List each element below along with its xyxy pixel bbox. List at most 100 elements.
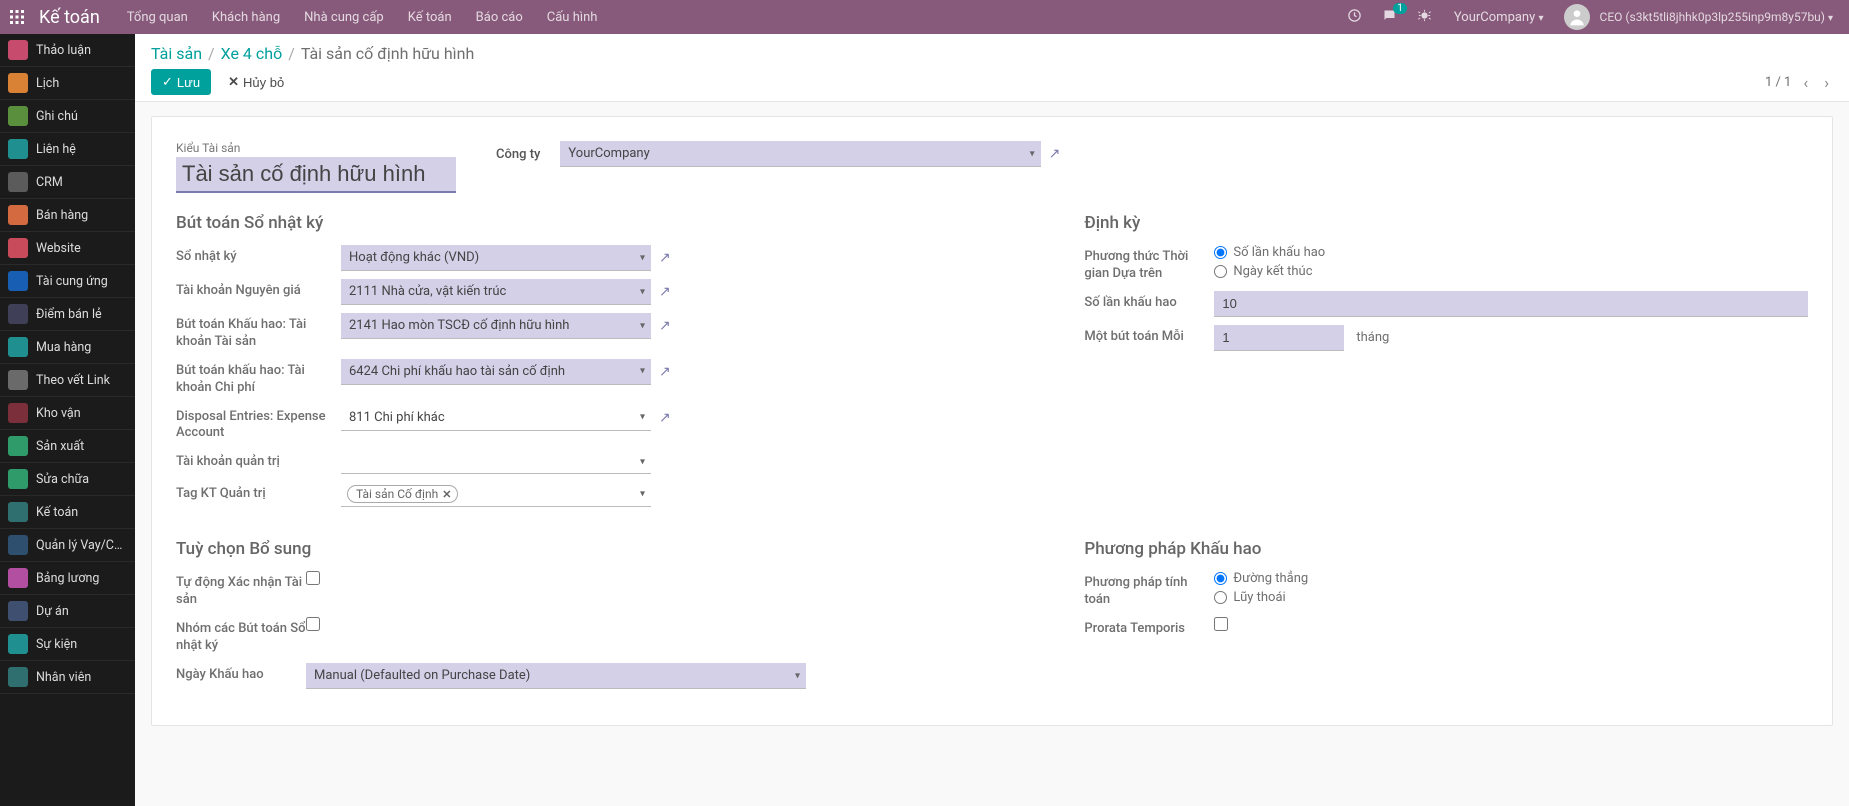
one-input[interactable]: [1214, 325, 1344, 351]
sidebar-item[interactable]: Theo vết Link: [0, 364, 135, 397]
journal-label: Sổ nhật ký: [176, 245, 341, 266]
menu-accounting[interactable]: Kế toán: [396, 2, 464, 33]
expacct-external-link-icon[interactable]: ↗: [659, 364, 671, 380]
menu-reporting[interactable]: Báo cáo: [464, 2, 535, 33]
sidebar-item[interactable]: Ghi chú: [0, 100, 135, 133]
sidebar-item[interactable]: Bảng lương: [0, 562, 135, 595]
pager-prev-icon[interactable]: ‹: [1799, 71, 1812, 94]
pager-next-icon[interactable]: ›: [1820, 71, 1833, 94]
sidebar-item-label: Dự án: [36, 604, 69, 619]
breadcrumb: Tài sản/Xe 4 chỗ/Tài sản cố định hữu hìn…: [151, 44, 1833, 63]
expacct-label: Bút toán khấu hao: Tài khoản Chi phí: [176, 359, 341, 397]
sidebar-item[interactable]: Bán hàng: [0, 199, 135, 232]
sidebar-item-label: Kho vận: [36, 406, 81, 421]
form-sheet: Kiểu Tài sản Công ty YourCompany▾ ↗ Bút …: [151, 116, 1833, 726]
mgmt-select[interactable]: ▾: [341, 450, 651, 474]
depacct-select[interactable]: 2141 Hao mòn TSCĐ cố định hữu hình▾: [341, 313, 651, 339]
one-unit: tháng: [1352, 330, 1389, 345]
company-external-link-icon[interactable]: ↗: [1049, 146, 1061, 162]
breadcrumb-l1[interactable]: Tài sản: [151, 44, 202, 63]
tag-select[interactable]: Tài sản Cố định✕ ▾: [341, 482, 651, 507]
sidebar-item-label: Website: [36, 241, 81, 256]
sidebar-item[interactable]: Sản xuất: [0, 430, 135, 463]
company-switcher[interactable]: YourCompany ▾: [1444, 4, 1554, 31]
sidebar-app-icon: [8, 337, 28, 357]
menu-overview[interactable]: Tổng quan: [115, 2, 200, 33]
apps-icon[interactable]: [0, 0, 34, 34]
save-button[interactable]: ✓ Lưu: [151, 69, 211, 95]
sidebar-item[interactable]: Website: [0, 232, 135, 265]
discard-button[interactable]: ✕ Hủy bỏ: [217, 69, 295, 95]
tag-chip: Tài sản Cố định✕: [347, 485, 458, 503]
origacct-external-link-icon[interactable]: ↗: [659, 284, 671, 300]
journal-select[interactable]: Hoạt động khác (VND)▾: [341, 245, 651, 271]
sidebar-item[interactable]: Dự án: [0, 595, 135, 628]
journal-external-link-icon[interactable]: ↗: [659, 250, 671, 266]
group-entries-checkbox[interactable]: [306, 617, 320, 631]
menu-customers[interactable]: Khách hàng: [200, 2, 292, 33]
sidebar-item[interactable]: Tài cung ứng: [0, 265, 135, 298]
depacct-external-link-icon[interactable]: ↗: [659, 318, 671, 334]
sidebar-item[interactable]: Quản lý Vay/Ch...: [0, 529, 135, 562]
sidebar-app-icon: [8, 436, 28, 456]
sidebar-item[interactable]: Lịch: [0, 67, 135, 100]
journal-group-title: Bút toán Sổ nhật ký: [176, 213, 1044, 233]
method-group-title: Phương pháp Khấu hao: [1084, 539, 1808, 559]
sidebar-item[interactable]: CRM: [0, 166, 135, 199]
one-label: Một bút toán Mỗi: [1084, 325, 1214, 346]
menu-config[interactable]: Cấu hình: [535, 2, 610, 33]
depdate-select[interactable]: Manual (Defaulted on Purchase Date): [306, 663, 806, 689]
sidebar-app-icon: [8, 172, 28, 192]
pager-count: 1 / 1: [1765, 75, 1791, 90]
asset-name-input[interactable]: [176, 157, 456, 193]
dispacct-external-link-icon[interactable]: ↗: [659, 410, 671, 426]
sidebar-item[interactable]: Sửa chữa: [0, 463, 135, 496]
main-area: Tài sản/Xe 4 chỗ/Tài sản cố định hữu hìn…: [135, 34, 1849, 740]
menu-vendors[interactable]: Nhà cung cấp: [292, 2, 396, 33]
sidebar-item[interactable]: Kho vận: [0, 397, 135, 430]
sidebar-item[interactable]: Nhân viên: [0, 661, 135, 694]
app-title[interactable]: Kế toán: [34, 7, 115, 28]
calc-declining-radio[interactable]: Lũy thoái: [1214, 590, 1308, 605]
sidebar-item[interactable]: Kế toán: [0, 496, 135, 529]
sidebar-item[interactable]: Thảo luận: [0, 34, 135, 67]
sidebar-item[interactable]: Sự kiện: [0, 628, 135, 661]
avatar[interactable]: [1564, 4, 1590, 30]
sidebar-app-icon: [8, 535, 28, 555]
tag-label: Tag KT Quản trị: [176, 482, 341, 503]
dispacct-select[interactable]: 811 Chi phí khác▾: [341, 405, 651, 431]
prorata-label: Prorata Temporis: [1084, 617, 1214, 638]
calc-linear-radio[interactable]: Đường thẳng: [1214, 571, 1308, 586]
company-select[interactable]: YourCompany▾: [560, 141, 1040, 167]
auto-checkbox[interactable]: [306, 571, 320, 585]
debug-icon[interactable]: [1409, 2, 1440, 33]
sidebar-item[interactable]: Liên hệ: [0, 133, 135, 166]
timemethod-label: Phương thức Thời gian Dựa trên: [1084, 245, 1214, 283]
sidebar-app-icon: [8, 271, 28, 291]
sidebar-item-label: Bán hàng: [36, 208, 88, 223]
navbar-right: 1 YourCompany ▾ CEO (s3kt5tli8jhhk0p3lp2…: [1339, 2, 1849, 33]
user-menu[interactable]: CEO (s3kt5tli8jhhk0p3lp255inp9m8y57bu) ▾: [1600, 10, 1839, 24]
sidebar-app-icon: [8, 601, 28, 621]
timemethod-count-radio[interactable]: Số lần khấu hao: [1214, 245, 1325, 260]
depdate-label: Ngày Khấu hao: [176, 663, 306, 684]
messages-icon[interactable]: 1: [1374, 2, 1405, 33]
origacct-select[interactable]: 2111 Nhà cửa, vật kiến trúc▾: [341, 279, 651, 305]
name-label: Kiểu Tài sản: [176, 141, 456, 155]
sidebar-app-icon: [8, 667, 28, 687]
prorata-checkbox[interactable]: [1214, 617, 1228, 631]
tag-remove-icon[interactable]: ✕: [442, 488, 451, 501]
timemethod-end-radio[interactable]: Ngày kết thúc: [1214, 264, 1325, 279]
sidebar-item-label: Tài cung ứng: [36, 274, 108, 289]
breadcrumb-l2[interactable]: Xe 4 chỗ: [221, 44, 283, 63]
sidebar-app-icon: [8, 403, 28, 423]
depacct-label: Bút toán Khấu hao: Tài khoản Tài sản: [176, 313, 341, 351]
sidebar-item[interactable]: Mua hàng: [0, 331, 135, 364]
count-input[interactable]: [1214, 291, 1808, 317]
sidebar-app-icon: [8, 106, 28, 126]
activity-icon[interactable]: [1339, 2, 1370, 33]
sidebar-app-icon: [8, 73, 28, 93]
sidebar-item[interactable]: Điểm bán lẻ: [0, 298, 135, 331]
sidebar-item-label: Sự kiện: [36, 637, 77, 652]
expacct-select[interactable]: 6424 Chi phí khấu hao tài sản cố định▾: [341, 359, 651, 385]
